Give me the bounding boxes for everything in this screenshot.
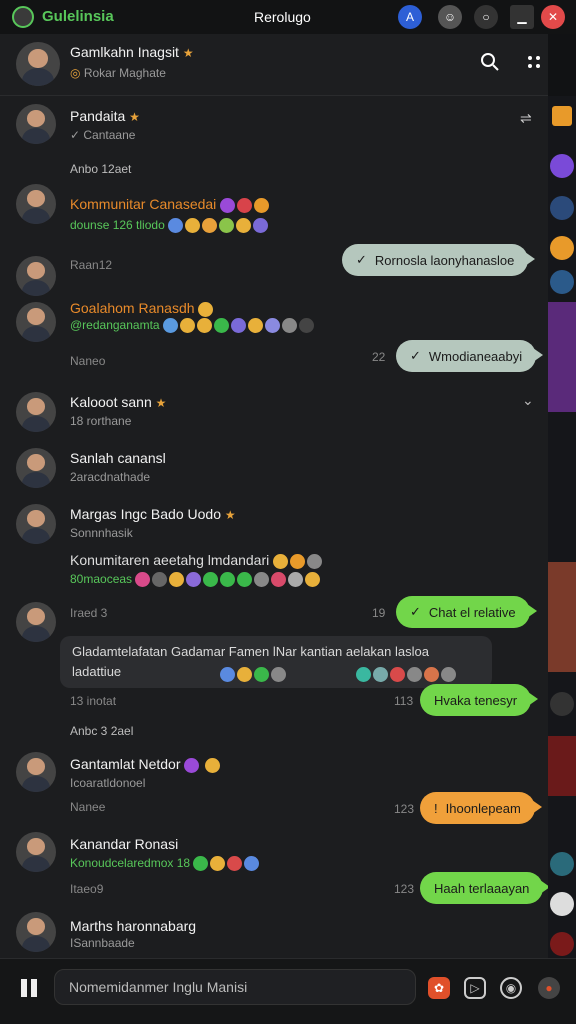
camera-icon[interactable]: ◉: [500, 977, 522, 999]
expand-icon[interactable]: ⇌: [520, 110, 532, 127]
contact-sub: ISannbaade: [70, 936, 135, 950]
close-icon[interactable]: ✕: [541, 5, 565, 29]
message-input[interactable]: Nomemidanmer Inglu Manisi: [54, 969, 416, 1005]
mic-icon[interactable]: ●: [538, 977, 560, 999]
date-separator: Anbc 3 2ael: [70, 724, 134, 738]
pause-icon[interactable]: [18, 977, 40, 999]
message-meta: Naneo: [70, 354, 106, 368]
chat-list[interactable]: Pandaita ★ ✓ Cantaane ⇌ Anbo 12aet Kommu…: [0, 96, 548, 958]
message-bubble[interactable]: ! Ihoonlepeam: [420, 792, 542, 824]
chevron-down-icon[interactable]: ⌄: [522, 392, 534, 409]
avatar[interactable]: [16, 392, 56, 432]
contact-sub: Sonnnhasik: [70, 526, 133, 540]
message-meta: Itaeo9: [70, 882, 104, 896]
date-separator: Anbo 12aet: [70, 162, 132, 176]
message-bubble[interactable]: ✓ Chat el relative: [396, 596, 537, 628]
avatar[interactable]: [16, 504, 56, 544]
more-icon[interactable]: [524, 52, 544, 72]
avatar[interactable]: [16, 302, 56, 342]
message-meta: Raan12: [70, 258, 113, 272]
contact-name: Kalooot sann ★: [70, 394, 167, 410]
avatar[interactable]: [16, 602, 56, 642]
message-bubble[interactable]: Gladamtelafatan Gadamar Famen lNar kanti…: [60, 636, 492, 688]
chat-title: Gamlkahn Inagsit ★: [70, 44, 194, 60]
profile-icon[interactable]: A: [398, 5, 422, 29]
message-meta: Nanee: [70, 800, 106, 814]
message-bubble[interactable]: Hvaka tenesyr: [420, 684, 539, 716]
avatar[interactable]: [16, 184, 56, 224]
avatar[interactable]: [16, 256, 56, 296]
contact-sub: Konoudcelaredmox 18: [70, 856, 261, 872]
app-logo: [12, 6, 34, 28]
contact-sub: 2aracdnathade: [70, 470, 151, 484]
avatar[interactable]: [16, 42, 60, 86]
minimize-icon[interactable]: ▁: [510, 5, 534, 29]
avatar[interactable]: [16, 832, 56, 872]
contact-sub: @redanganamta: [70, 318, 316, 334]
message-meta: 13 inotat: [70, 694, 117, 708]
message-bubble[interactable]: Haah terlaaayan: [420, 872, 548, 904]
chat-header: Gamlkahn Inagsit ★ ◎ Rokar Maghate: [0, 34, 548, 96]
contact-name: Margas Ingc Bado Uodo ★: [70, 506, 236, 522]
contact-name: Marths haronnabarg: [70, 918, 197, 934]
title-bar: Gulelinsia Rerolugo A ☺ ○ ▁ ✕: [0, 0, 576, 34]
contact-name: Gantamlat Netdor: [70, 756, 222, 773]
app-name: Gulelinsia: [42, 8, 114, 25]
search-icon[interactable]: [480, 52, 500, 72]
composer: Nomemidanmer Inglu Manisi ✿ ▷ ◉ ●: [0, 958, 576, 1024]
avatar[interactable]: [16, 104, 56, 144]
message-meta: 19: [372, 606, 386, 620]
contact-name: Goalahom Ranasdh: [70, 300, 215, 317]
message-meta: 113: [394, 694, 414, 708]
contact-name: Kommunitar Canasedai: [70, 196, 271, 213]
message-bubble[interactable]: ✓ Wmodianeaabyi: [396, 340, 544, 372]
contact-sub: 80maoceas: [70, 572, 322, 588]
avatar-icon[interactable]: ☺: [438, 5, 462, 29]
message-meta: 123: [394, 882, 415, 896]
chat-status: ◎ Rokar Maghate: [70, 66, 166, 80]
contact-sub: ✓ Cantaane: [70, 128, 136, 142]
message-bubble[interactable]: ✓ Rornosla laonyhanasloe: [342, 244, 536, 276]
contact-name: Sanlah canansl: [70, 450, 166, 466]
contact-sub: dounse 126 tliodo: [70, 218, 270, 234]
right-panel: [548, 96, 576, 958]
avatar[interactable]: [16, 912, 56, 952]
avatar[interactable]: [16, 752, 56, 792]
contact-name: Kanandar Ronasi: [70, 836, 179, 852]
contact-name: Konumitaren aeetahg lmdandari: [70, 552, 324, 569]
contact-sub: 18 rorthane: [70, 414, 132, 428]
message-meta: Iraed 3: [70, 606, 108, 620]
message-meta: 123: [394, 802, 415, 816]
sticker-icon[interactable]: ✿: [428, 977, 450, 999]
attach-icon[interactable]: ▷: [464, 977, 486, 999]
refresh-icon[interactable]: ○: [474, 5, 498, 29]
window-title: Rerolugo: [254, 9, 311, 25]
avatar[interactable]: [16, 448, 56, 488]
message-meta: 22: [372, 350, 386, 364]
contact-name: Pandaita ★: [70, 108, 140, 124]
contact-sub: Icoaratldonoel: [70, 776, 146, 790]
